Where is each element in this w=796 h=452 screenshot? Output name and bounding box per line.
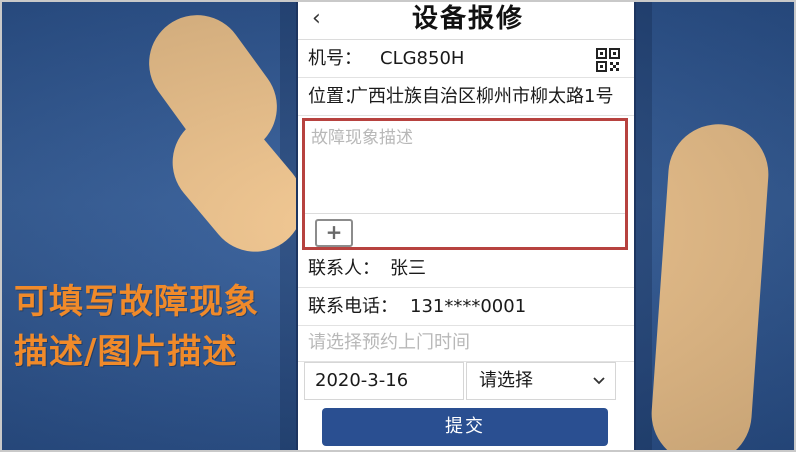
submit-button[interactable]: 提交 (322, 408, 608, 446)
time-select-value: 请选择 (479, 370, 533, 391)
qr-code-icon[interactable] (596, 48, 620, 72)
location-row: 位置： 广西壮族自治区柳州市柳太路1号 (298, 78, 634, 116)
appointment-placeholder[interactable]: 请选择预约上门时间 (308, 324, 470, 362)
time-select[interactable]: 请选择 (466, 362, 616, 400)
machine-row: 机号： CLG850H (298, 40, 634, 78)
fault-description-box[interactable]: 故障现象描述 + (302, 118, 628, 250)
divider (305, 213, 625, 214)
page-title: 设备报修 (411, 4, 524, 34)
fault-description-placeholder[interactable]: 故障现象描述 (311, 123, 413, 148)
contact-value[interactable]: 张三 (390, 250, 426, 288)
location-value: 广西壮族自治区柳州市柳太路1号 (350, 86, 614, 107)
phone-row[interactable]: 联系电话： 131****0001 (298, 288, 634, 326)
machine-label: 机号： (308, 48, 362, 69)
top-bar: ‹ 设备报修 (298, 0, 634, 40)
phone-value[interactable]: 131****0001 (410, 288, 526, 326)
back-icon[interactable]: ‹ (312, 4, 332, 34)
appointment-row[interactable]: 请选择预约上门时间 (298, 324, 634, 362)
chevron-down-icon (593, 363, 605, 399)
phone-screen: ‹ 设备报修 机号： CLG850H 位置： 广西壮族自治区柳州市柳太路1号 故… (296, 0, 636, 452)
contact-row[interactable]: 联系人： 张三 (298, 250, 634, 288)
contact-label: 联系人： (308, 258, 380, 279)
add-image-button[interactable]: + (315, 219, 353, 247)
date-field[interactable]: 2020-3-16 (304, 362, 464, 400)
caption-line-1: 可填写故障现象 (14, 282, 259, 322)
caption-line-2: 描述/图片描述 (14, 332, 238, 372)
machine-value: CLG850H (380, 48, 465, 69)
phone-label: 联系电话： (308, 296, 398, 317)
appointment-picker: 2020-3-16 请选择 (298, 362, 634, 400)
